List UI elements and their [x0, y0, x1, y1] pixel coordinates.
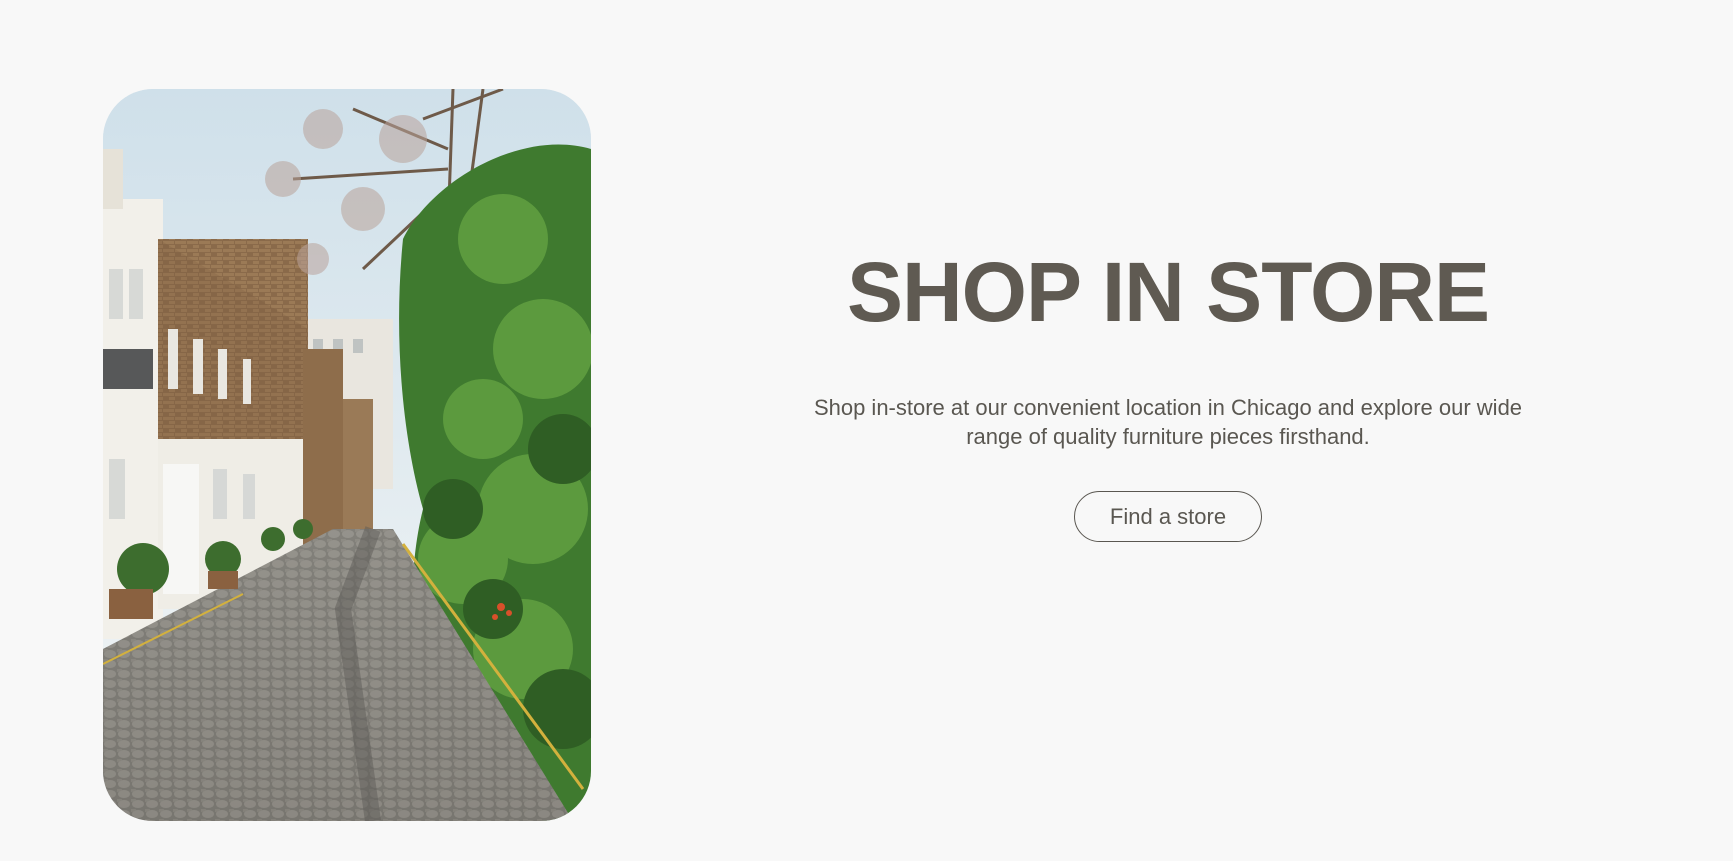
find-a-store-button[interactable]: Find a store	[1074, 491, 1262, 542]
shop-in-store-section: SHOP IN STORE Shop in-store at our conve…	[760, 0, 1576, 861]
section-description: Shop in-store at our convenient location…	[813, 395, 1523, 449]
street-photo-icon	[103, 89, 591, 821]
store-street-photo	[103, 89, 591, 821]
section-title: SHOP IN STORE	[846, 245, 1490, 339]
